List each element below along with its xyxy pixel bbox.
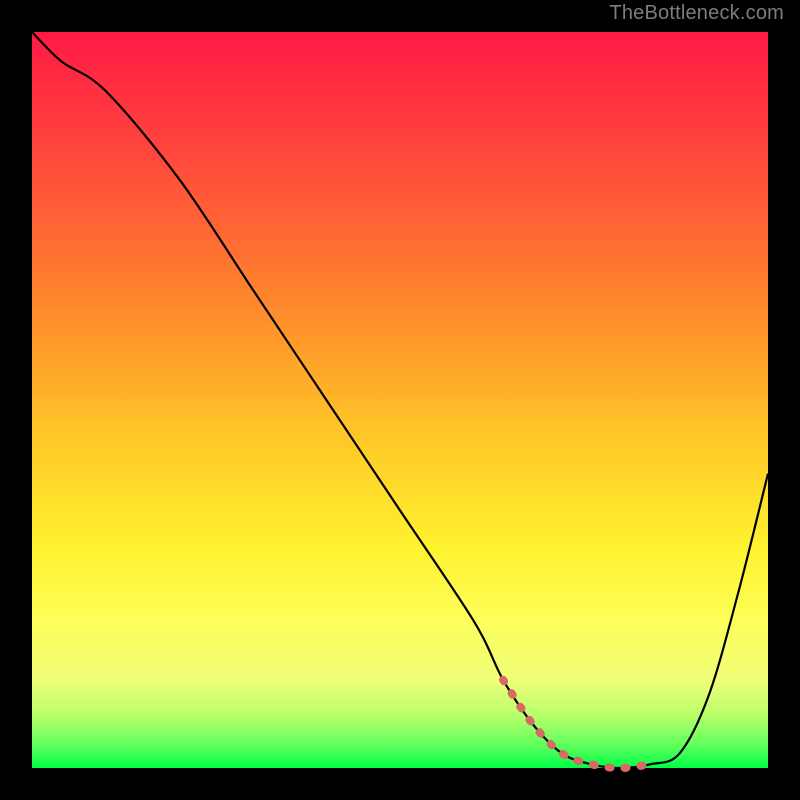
plot-area [32,32,768,768]
chart-frame: TheBottleneck.com [0,0,800,800]
bottleneck-curve [32,32,768,768]
curve-line [32,32,768,768]
attribution-text: TheBottleneck.com [609,2,784,25]
trough-marker [503,680,650,768]
